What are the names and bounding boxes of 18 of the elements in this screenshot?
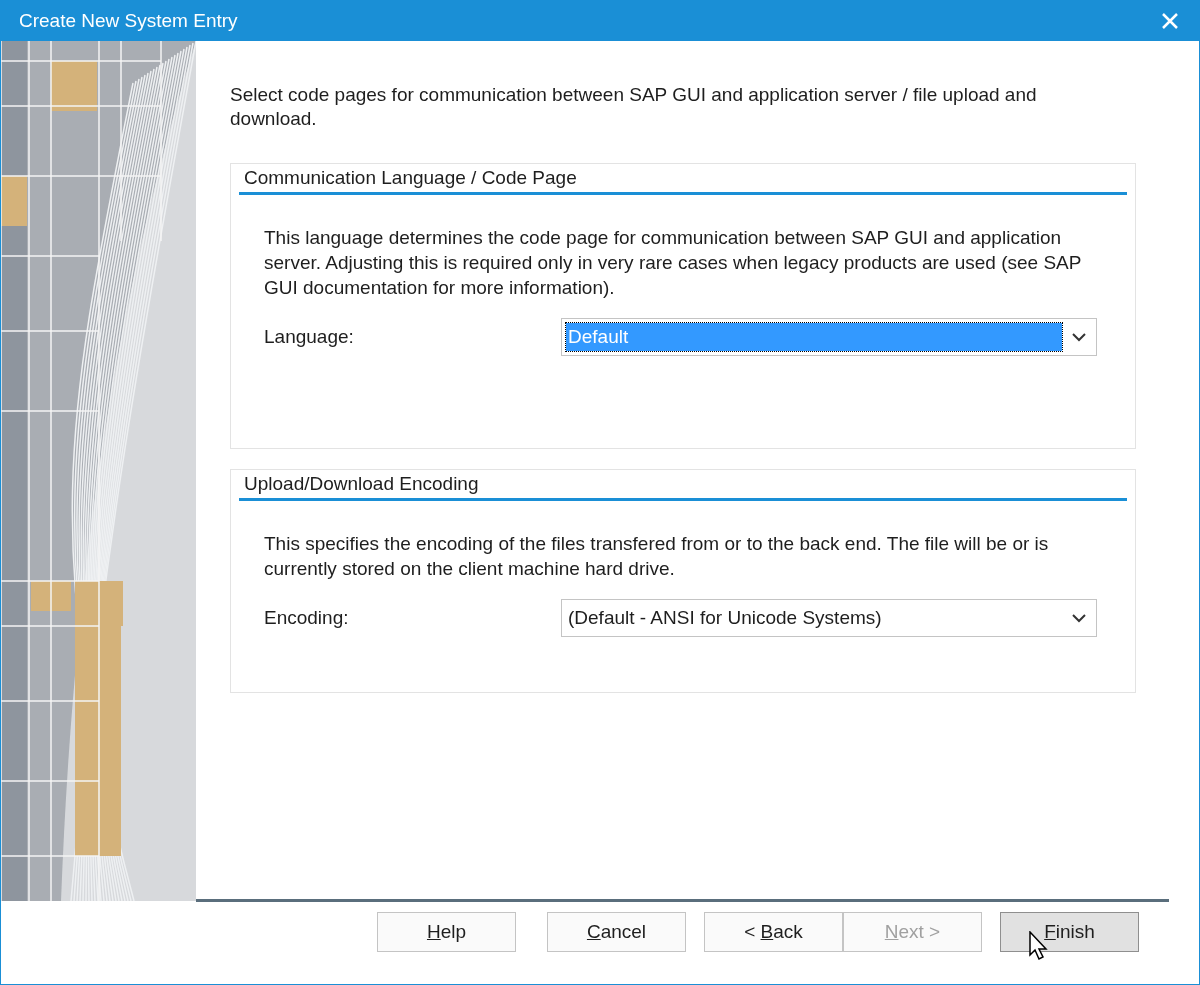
field-label: Encoding: bbox=[264, 605, 350, 630]
group-title: Upload/Download Encoding bbox=[243, 472, 480, 495]
field-label: Language: bbox=[264, 324, 355, 349]
wizard-button[interactable]: Finish bbox=[1000, 912, 1139, 952]
chevron-down-icon bbox=[1072, 613, 1086, 623]
dropdown[interactable]: (Default - ANSI for Unicode Systems) bbox=[561, 599, 1097, 637]
chevron-down-icon bbox=[1072, 332, 1086, 342]
group-description: This specifies the encoding of the files transfered from or to the back end. The file will be or is currently stored on the client machine hard drive. bbox=[264, 532, 1050, 581]
wizard-button[interactable]: Cancel bbox=[547, 912, 686, 952]
wizard-button[interactable]: < Back bbox=[704, 912, 843, 952]
group-description: This language determines the code page for communication between SAP GUI and application server. Adjusting this is required only in very rare cases when legacy products are used (see SAP GUI documentation for more information). bbox=[264, 226, 1083, 300]
intro-text: Select code pages for communication between SAP GUI and application server / file upload and download. bbox=[230, 83, 1038, 131]
window-title: Create New System Entry bbox=[19, 8, 239, 33]
wizard-button[interactable]: Help bbox=[377, 912, 516, 952]
dropdown-value: (Default - ANSI for Unicode Systems) bbox=[567, 606, 883, 630]
group-title: Communication Language / Code Page bbox=[243, 166, 578, 189]
close-icon bbox=[1161, 12, 1179, 30]
dropdown-value: Default bbox=[566, 323, 1062, 351]
